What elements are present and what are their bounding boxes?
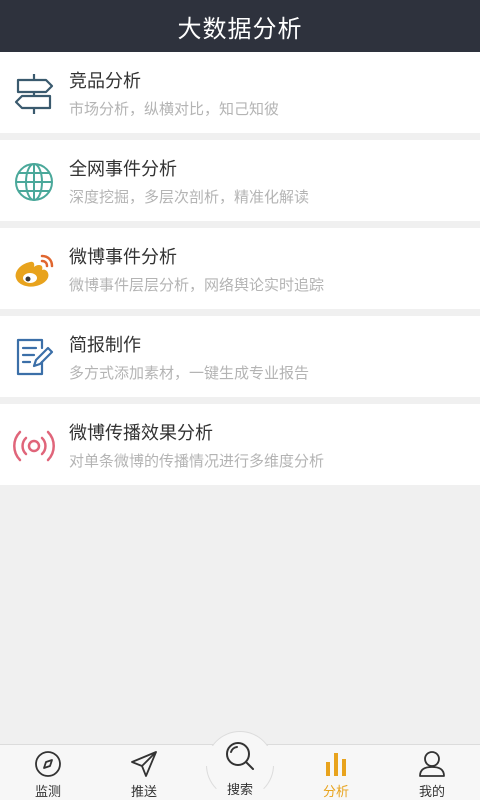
send-icon — [129, 749, 159, 779]
list-item-weibo-spread-analysis[interactable]: 微博传播效果分析 对单条微博的传播情况进行多维度分析 — [0, 404, 480, 485]
tab-label: 分析 — [322, 785, 349, 800]
item-title: 简报制作 — [69, 335, 141, 356]
tab-label: 监测 — [34, 785, 61, 800]
item-title: 微博事件分析 — [69, 247, 177, 268]
item-description: 对单条微博的传播情况进行多维度分析 — [69, 452, 325, 470]
item-description: 多方式添加素材，一键生成专业报告 — [69, 364, 310, 382]
item-title: 微博传播效果分析 — [69, 423, 213, 444]
tab-push[interactable]: 推送 — [96, 745, 192, 800]
list-item-briefing-creation[interactable]: 简报制作 多方式添加素材，一键生成专业报告 — [0, 316, 480, 397]
tab-mine[interactable]: 我的 — [384, 745, 480, 800]
page-title: 大数据分析 — [177, 14, 303, 43]
tab-analysis[interactable]: 分析 — [288, 745, 384, 800]
list-item-competitor-analysis[interactable]: 竞品分析 市场分析，纵横对比，知己知彼 — [0, 52, 480, 133]
item-title: 竞品分析 — [69, 71, 141, 92]
analysis-list: 竞品分析 市场分析，纵横对比，知己知彼 全网事件分析 深度挖掘，多层次剖析，精准… — [0, 52, 480, 492]
weibo-icon — [12, 248, 56, 292]
list-item-web-event-analysis[interactable]: 全网事件分析 深度挖掘，多层次剖析，精准化解读 — [0, 140, 480, 221]
signpost-icon — [12, 72, 56, 116]
bottom-tab-bar: 监测 推送 搜索 分析 我的 — [0, 731, 480, 800]
tab-label: 搜索 — [226, 783, 253, 798]
item-description: 微博事件层层分析，网络舆论实时追踪 — [69, 276, 325, 294]
tab-label: 我的 — [418, 785, 445, 800]
report-edit-icon — [12, 336, 56, 380]
bar-chart-icon — [321, 749, 351, 779]
tab-label: 推送 — [130, 785, 157, 800]
user-icon — [417, 749, 447, 779]
tab-monitor[interactable]: 监测 — [0, 745, 96, 800]
list-item-weibo-event-analysis[interactable]: 微博事件分析 微博事件层层分析，网络舆论实时追踪 — [0, 228, 480, 309]
app-header: 大数据分析 — [0, 0, 480, 52]
item-title: 全网事件分析 — [69, 159, 177, 180]
compass-icon — [33, 749, 63, 779]
tab-search[interactable]: 搜索 — [192, 742, 288, 800]
globe-icon — [12, 160, 56, 204]
item-description: 市场分析，纵横对比，知己知彼 — [69, 100, 280, 118]
broadcast-icon — [12, 424, 56, 468]
search-icon — [222, 739, 258, 775]
item-description: 深度挖掘，多层次剖析，精准化解读 — [69, 188, 310, 206]
